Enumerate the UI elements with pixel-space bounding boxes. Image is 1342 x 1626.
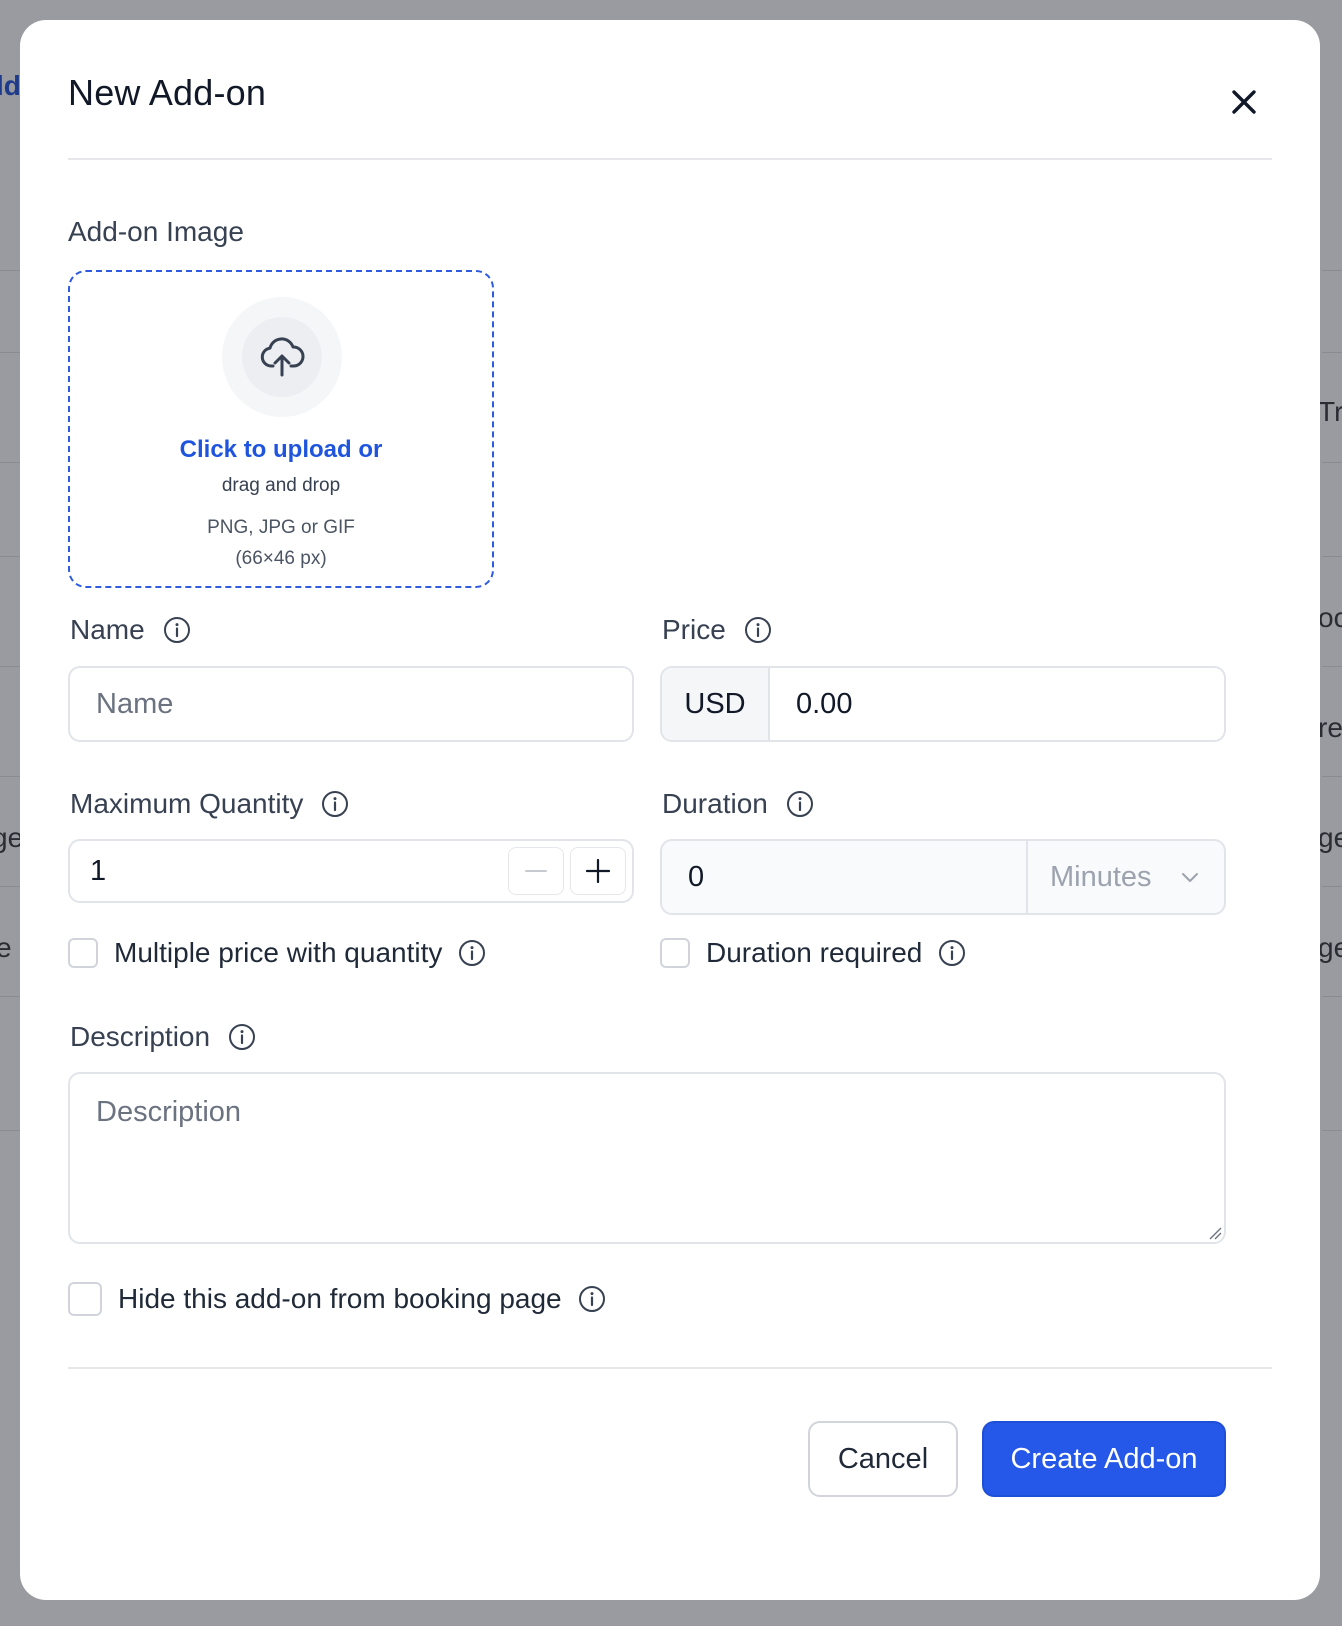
increment-button[interactable]: [570, 847, 626, 895]
description-label: Description: [70, 1021, 256, 1053]
bg-divider: [0, 352, 20, 353]
hide-from-booking-checkbox[interactable]: [68, 1282, 102, 1316]
bg-divider: [1322, 352, 1342, 353]
bg-divider: [1322, 666, 1342, 667]
modal-header: New Add-on: [68, 20, 1272, 160]
bg-divider: [1322, 886, 1342, 887]
bg-text-fragment: ge: [1318, 822, 1342, 853]
bg-divider: [0, 270, 20, 271]
bg-divider: [0, 996, 20, 997]
price-field: USD: [660, 666, 1226, 742]
minus-icon: [525, 870, 547, 872]
image-upload-dropzone[interactable]: Click to upload or drag and drop PNG, JP…: [68, 270, 494, 588]
duration-required-label[interactable]: Duration required: [706, 937, 922, 969]
bg-text-fragment: ld: [0, 70, 21, 101]
price-input[interactable]: [770, 668, 1224, 740]
bg-divider: [1322, 556, 1342, 557]
create-addon-button[interactable]: Create Add-on: [982, 1421, 1226, 1497]
description-input[interactable]: [70, 1074, 1224, 1242]
duration-unit-select[interactable]: Minutes: [1026, 841, 1224, 913]
multiple-price-label[interactable]: Multiple price with quantity: [114, 937, 442, 969]
duration-input[interactable]: [662, 841, 1026, 913]
hide-from-booking-label[interactable]: Hide this add-on from booking page: [118, 1283, 562, 1315]
footer-divider: [68, 1367, 1272, 1369]
max-quantity-stepper: [68, 839, 634, 903]
bg-divider: [1322, 1130, 1342, 1131]
info-icon[interactable]: [458, 939, 486, 967]
multiple-price-checkbox[interactable]: [68, 938, 98, 968]
multiple-price-option: Multiple price with quantity: [68, 937, 486, 969]
bg-divider: [0, 666, 20, 667]
duration-required-option: Duration required: [660, 937, 966, 969]
bg-divider: [1322, 270, 1342, 271]
resize-handle-icon[interactable]: [1206, 1224, 1222, 1240]
name-label: Name: [70, 614, 191, 646]
info-icon[interactable]: [744, 616, 772, 644]
bg-divider: [1322, 462, 1342, 463]
bg-divider: [0, 776, 20, 777]
upload-formats: PNG, JPG or GIF: [207, 517, 355, 538]
upload-dimensions: (66×46 px): [235, 548, 327, 569]
duration-unit-value: Minutes: [1050, 860, 1152, 893]
info-icon[interactable]: [228, 1023, 256, 1051]
close-button[interactable]: [1224, 82, 1264, 122]
bg-text-fragment: Tr: [1318, 396, 1342, 427]
bg-text-fragment: e: [0, 932, 12, 963]
upload-link[interactable]: Click to upload or: [70, 436, 492, 464]
bg-divider: [0, 886, 20, 887]
description-field: [68, 1072, 1226, 1244]
info-icon[interactable]: [938, 939, 966, 967]
info-icon[interactable]: [163, 616, 191, 644]
bg-divider: [1322, 776, 1342, 777]
name-input[interactable]: [70, 668, 632, 740]
addon-image-label: Add-on Image: [68, 216, 244, 247]
upload-icon-circle: [222, 297, 342, 417]
name-field[interactable]: [68, 666, 634, 742]
cancel-button[interactable]: Cancel: [808, 1421, 958, 1497]
bg-text-fragment: ge: [1318, 932, 1342, 963]
currency-prefix: USD: [662, 668, 770, 740]
bg-divider: [1322, 996, 1342, 997]
max-quantity-label: Maximum Quantity: [70, 788, 349, 820]
plus-icon: [586, 859, 610, 883]
new-addon-modal: New Add-on Add-on Image Click to upload …: [20, 20, 1320, 1600]
bg-divider: [0, 462, 20, 463]
bg-text-fragment: oc: [1318, 602, 1342, 633]
info-icon[interactable]: [321, 790, 349, 818]
chevron-down-icon: [1182, 873, 1198, 882]
modal-title: New Add-on: [68, 72, 267, 113]
bg-text-fragment: re: [1318, 712, 1342, 743]
info-icon[interactable]: [786, 790, 814, 818]
price-label: Price: [662, 614, 772, 646]
bg-divider: [0, 1130, 20, 1131]
duration-label: Duration: [662, 788, 814, 820]
close-icon: [1232, 90, 1256, 114]
decrement-button[interactable]: [508, 847, 564, 895]
info-icon[interactable]: [578, 1285, 606, 1313]
cloud-upload-icon: [260, 337, 305, 377]
duration-field: Minutes: [660, 839, 1226, 915]
upload-hint: drag and drop: [221, 475, 341, 496]
max-quantity-input[interactable]: [70, 841, 508, 901]
hide-from-booking-option: Hide this add-on from booking page: [68, 1282, 606, 1316]
duration-required-checkbox[interactable]: [660, 938, 690, 968]
bg-divider: [0, 556, 20, 557]
